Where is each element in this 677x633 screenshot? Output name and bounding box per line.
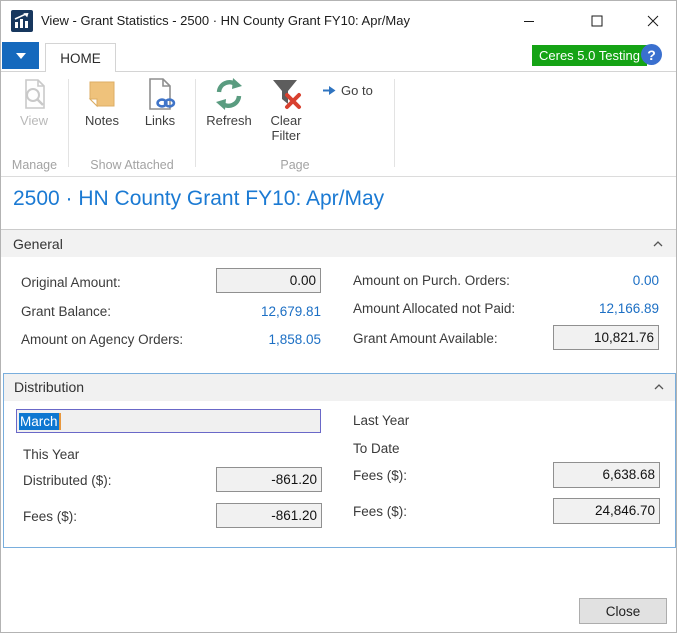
ribbon-group-show-attached: Notes Links Show Attached: [69, 72, 195, 176]
tab-home[interactable]: HOME: [45, 43, 116, 72]
grant-amount-available-label: Grant Amount Available:: [353, 331, 498, 346]
maximize-icon: [591, 15, 603, 27]
amount-agency-orders-link[interactable]: 1,858.05: [216, 332, 321, 347]
window-title: View - Grant Statistics - 2500 · HN Coun…: [41, 1, 410, 41]
section-title: General: [13, 230, 63, 258]
app-chart-icon: [11, 10, 33, 32]
notes-button[interactable]: Notes: [73, 72, 131, 129]
fees-to-date-field[interactable]: 24,846.70: [553, 498, 660, 524]
refresh-icon: [212, 77, 246, 111]
ribbon-group-label: Manage: [1, 158, 68, 176]
links-button[interactable]: Links: [131, 72, 189, 129]
grant-amount-available-field[interactable]: 10,821.76: [553, 325, 659, 350]
grant-balance-link[interactable]: 12,679.81: [216, 304, 321, 319]
version-badge: Ceres 5.0 Testing: [532, 45, 647, 66]
ribbon-group-page: Refresh Clear Filter Go to: [196, 72, 394, 176]
help-button[interactable]: ?: [641, 44, 662, 65]
month-field[interactable]: March: [16, 409, 321, 433]
minimize-icon: [523, 15, 535, 27]
distributed-label: Distributed ($):: [23, 473, 112, 488]
fees-this-year-label: Fees ($):: [23, 509, 77, 524]
link-icon: [143, 77, 177, 111]
view-button: View: [5, 72, 63, 129]
grant-balance-label: Grant Balance:: [21, 304, 111, 319]
to-date-label: To Date: [353, 441, 400, 456]
close-icon: [647, 15, 659, 27]
amount-agency-orders-label: Amount on Agency Orders:: [21, 332, 183, 347]
month-selected-text: March: [19, 413, 59, 430]
original-amount-field[interactable]: 0.00: [216, 268, 321, 293]
text-cursor: [59, 413, 61, 430]
amount-purch-orders-link[interactable]: 0.00: [553, 273, 659, 288]
window-close-button[interactable]: [631, 1, 675, 41]
original-amount-label: Original Amount:: [21, 275, 121, 290]
go-to-arrow-icon: [322, 85, 336, 96]
go-to-button[interactable]: Go to: [322, 80, 373, 100]
help-icon: ?: [647, 47, 656, 63]
app-menu-button[interactable]: [2, 42, 39, 69]
clear-filter-button[interactable]: Clear Filter: [258, 72, 314, 144]
note-icon: [85, 77, 119, 111]
close-button[interactable]: Close: [579, 598, 667, 624]
amount-allocated-label: Amount Allocated not Paid:: [353, 301, 515, 316]
page-title: 2500 · HN County Grant FY10: Apr/May: [13, 187, 384, 211]
chevron-up-icon[interactable]: [653, 241, 663, 247]
application-window: View - Grant Statistics - 2500 · HN Coun…: [0, 0, 677, 633]
section-title: Distribution: [14, 374, 84, 401]
section-header-distribution[interactable]: Distribution: [4, 374, 675, 401]
ribbon-group-label: Show Attached: [69, 158, 195, 176]
fees-this-year-field[interactable]: -861.20: [216, 503, 322, 528]
distributed-field[interactable]: -861.20: [216, 467, 322, 492]
maximize-button[interactable]: [575, 1, 619, 41]
chevron-down-icon: [16, 53, 26, 59]
ribbon: View Manage Notes: [1, 72, 676, 177]
refresh-button[interactable]: Refresh: [200, 72, 258, 129]
this-year-label: This Year: [23, 447, 79, 462]
view-document-icon: [17, 77, 51, 111]
ribbon-group-label: Page: [196, 158, 394, 176]
minimize-button[interactable]: [507, 1, 551, 41]
amount-purch-orders-label: Amount on Purch. Orders:: [353, 273, 510, 288]
last-year-label: Last Year: [353, 413, 409, 428]
section-header-general[interactable]: General: [1, 229, 676, 257]
section-distribution: Distribution March This Year Distributed…: [3, 373, 676, 548]
amount-allocated-link[interactable]: 12,166.89: [553, 301, 659, 316]
title-bar[interactable]: View - Grant Statistics - 2500 · HN Coun…: [1, 1, 676, 41]
fees-to-date-label: Fees ($):: [353, 504, 407, 519]
ribbon-separator: [394, 79, 395, 167]
chevron-up-icon[interactable]: [654, 384, 664, 390]
ribbon-group-manage: View Manage: [1, 72, 68, 176]
fees-last-year-label: Fees ($):: [353, 468, 407, 483]
clear-filter-icon: [269, 77, 303, 111]
fees-last-year-field[interactable]: 6,638.68: [553, 462, 660, 488]
